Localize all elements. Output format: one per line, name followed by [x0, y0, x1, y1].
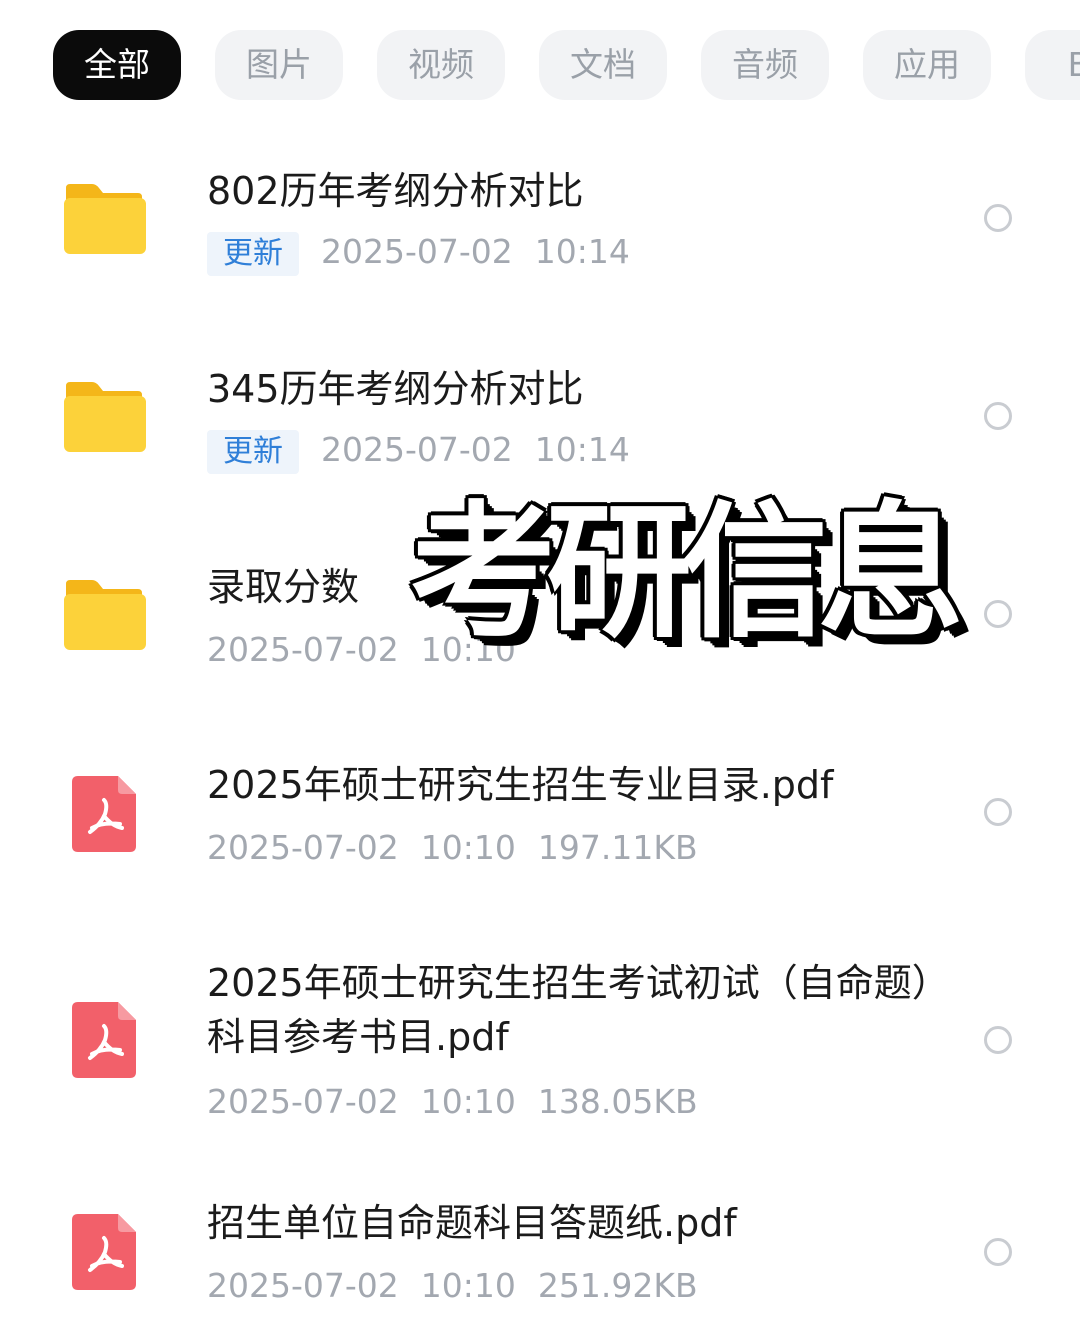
overlay-caption: 考研信息 — [410, 488, 964, 658]
tab-bt[interactable]: BT — [1025, 30, 1080, 100]
list-item[interactable]: 招生单位自命题科目答题纸.pdf 2025-07-02 10:10 251.92KB — [0, 1182, 1080, 1322]
file-time: 10:14 — [534, 232, 630, 271]
list-item[interactable]: 2025年硕士研究生招生专业目录.pdf 2025-07-02 10:10 197.… — [0, 744, 1080, 894]
select-radio[interactable] — [984, 1026, 1012, 1054]
list-item[interactable]: 345历年考纲分析对比 更新 2025-07-02 10:14 — [0, 348, 1080, 498]
folder-icon — [64, 382, 146, 452]
file-meta: 更新 2025-07-02 10:14 — [207, 428, 652, 474]
file-date: 2025-07-02 — [207, 828, 399, 867]
file-name: 录取分数 — [207, 565, 360, 609]
tab-all[interactable]: 全部 — [53, 30, 181, 100]
folder-icon — [64, 184, 146, 254]
select-radio[interactable] — [984, 402, 1012, 430]
file-meta: 2025-07-02 10:10 251.92KB — [207, 1264, 720, 1308]
file-date: 2025-07-02 — [207, 1266, 399, 1305]
file-name: 2025年硕士研究生招生考试初试（自命题）科目参考书目.pdf — [207, 961, 931, 1059]
file-time: 10:14 — [534, 430, 630, 469]
select-radio[interactable] — [984, 798, 1012, 826]
file-name: 2025年硕士研究生招生专业目录.pdf — [207, 763, 834, 807]
file-name: 345历年考纲分析对比 — [207, 367, 584, 411]
file-meta: 2025-07-02 10:10 197.11KB — [207, 826, 720, 870]
tab-documents[interactable]: 文档 — [539, 30, 667, 100]
file-date: 2025-07-02 — [207, 1082, 399, 1121]
list-item[interactable]: 2025年硕士研究生招生考试初试（自命题）科目参考书目.pdf 2025-07-… — [0, 942, 1080, 1142]
file-date: 2025-07-02 — [321, 430, 513, 469]
file-time: 10:10 — [420, 828, 516, 867]
select-radio[interactable] — [984, 204, 1012, 232]
tab-audio[interactable]: 音频 — [701, 30, 829, 100]
pdf-icon — [72, 1214, 136, 1290]
file-time: 10:10 — [420, 1082, 516, 1121]
select-radio[interactable] — [984, 1238, 1012, 1266]
pdf-icon — [72, 1002, 136, 1078]
pdf-icon — [72, 776, 136, 852]
tab-apps[interactable]: 应用 — [863, 30, 991, 100]
tab-images[interactable]: 图片 — [215, 30, 343, 100]
file-date: 2025-07-02 — [321, 232, 513, 271]
file-time: 10:10 — [420, 1266, 516, 1305]
file-date: 2025-07-02 — [207, 630, 399, 669]
update-badge: 更新 — [207, 232, 299, 276]
file-size: 197.11KB — [537, 828, 698, 867]
file-meta: 2025-07-02 10:10 138.05KB — [207, 1080, 720, 1124]
file-type-tabs: 全部 图片 视频 文档 音频 应用 BT — [0, 0, 1080, 130]
file-name: 802历年考纲分析对比 — [207, 169, 584, 213]
file-size: 251.92KB — [537, 1266, 698, 1305]
file-size: 138.05KB — [537, 1082, 698, 1121]
file-meta: 更新 2025-07-02 10:14 — [207, 230, 652, 276]
folder-icon — [64, 580, 146, 650]
list-item[interactable]: 802历年考纲分析对比 更新 2025-07-02 10:14 — [0, 150, 1080, 300]
tab-videos[interactable]: 视频 — [377, 30, 505, 100]
update-badge: 更新 — [207, 430, 299, 474]
file-name: 招生单位自命题科目答题纸.pdf — [207, 1201, 737, 1245]
